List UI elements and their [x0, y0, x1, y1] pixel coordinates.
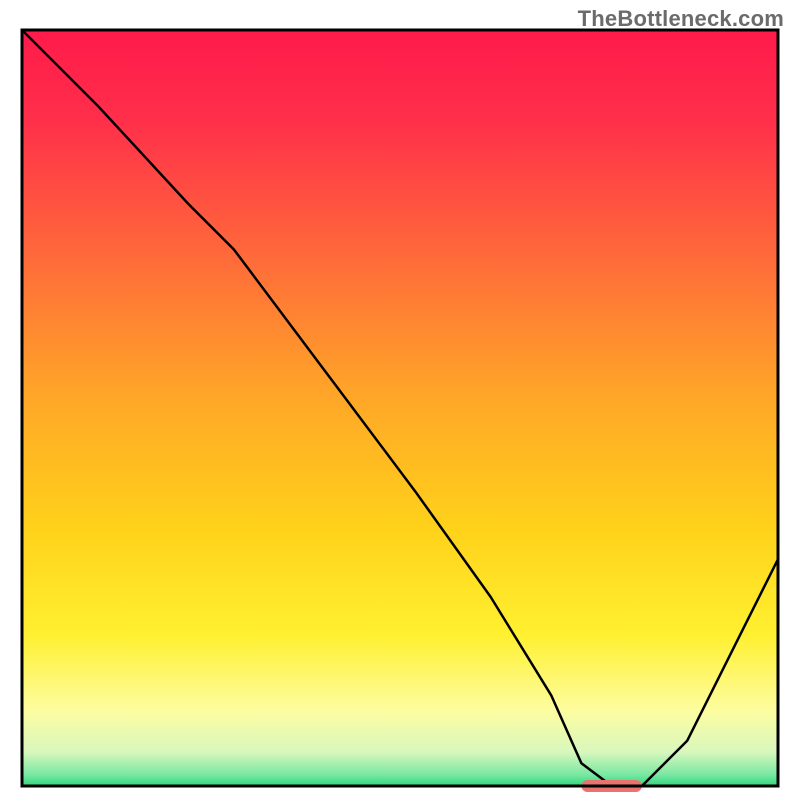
- bottleneck-chart: [0, 0, 800, 800]
- chart-frame: TheBottleneck.com: [0, 0, 800, 800]
- plot-area: [22, 30, 778, 792]
- gradient-background: [22, 30, 778, 786]
